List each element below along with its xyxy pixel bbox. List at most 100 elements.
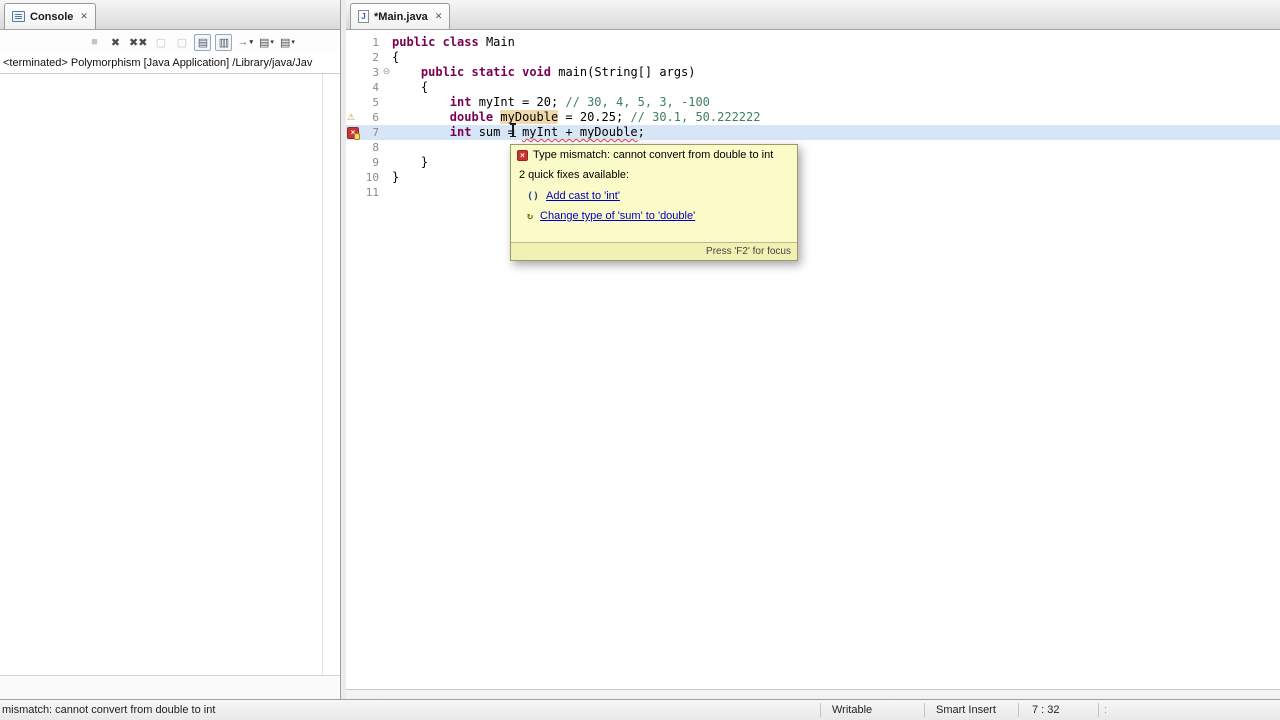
- status-separator: [1018, 703, 1019, 717]
- quickfix-footer: Press 'F2' for focus: [511, 242, 797, 260]
- console-output-area[interactable]: [0, 74, 340, 675]
- fold-column: [381, 50, 392, 65]
- fold-column: [381, 35, 392, 50]
- quickfix-item[interactable]: () Add cast to 'int': [527, 190, 789, 202]
- code-line-1[interactable]: 1 public class Main: [346, 35, 1280, 50]
- code-line-2[interactable]: 2{: [346, 50, 1280, 65]
- console-vertical-scrollbar[interactable]: [322, 74, 323, 675]
- line-number: 7: [372, 126, 379, 139]
- marker-column: [346, 35, 359, 50]
- code-line-11[interactable]: 11: [346, 185, 1280, 200]
- status-insert-mode: Smart Insert: [936, 704, 996, 716]
- dropdown-caret-icon: ▾: [270, 39, 274, 46]
- close-icon[interactable]: ✕: [80, 11, 88, 22]
- fold-collapse-icon[interactable]: ⊖: [381, 65, 392, 80]
- code-text[interactable]: public class Main: [392, 35, 1280, 50]
- line-number: 5: [372, 96, 379, 109]
- editor-tab-label: *Main.java: [374, 10, 428, 23]
- quickfix-title: Type mismatch: cannot convert from doubl…: [533, 149, 774, 161]
- clear-console-icon[interactable]: ▢: [152, 34, 169, 51]
- terminate-icon[interactable]: ■: [86, 34, 103, 51]
- display-selected-console-icon[interactable]: ▤ ▾: [258, 34, 275, 51]
- view-menu-icon[interactable]: ▤ ▾: [279, 34, 296, 51]
- code-line-7[interactable]: 7 int sum = myInt + myDouble;: [346, 125, 1280, 140]
- code-line-4[interactable]: 4 {: [346, 80, 1280, 95]
- status-message: mismatch: cannot convert from double to …: [2, 704, 216, 716]
- fold-column: [381, 185, 392, 200]
- status-bar: mismatch: cannot convert from double to …: [0, 699, 1280, 720]
- error-marker-icon[interactable]: [346, 125, 360, 140]
- editor-horizontal-scrollbar[interactable]: [346, 689, 1280, 699]
- code-text[interactable]: public static void main(String[] args): [392, 65, 1280, 80]
- console-view: Console ✕ ■ ✖ ✖✖ ▢ ▢ ▤ ▥ → ▾ ▤ ▾ ▤ ▾ <terminated> Po…: [0, 0, 341, 699]
- marker-column: [346, 170, 359, 185]
- quickfix-body: 2 quick fixes available: () Add cast to '…: [511, 164, 797, 242]
- dropdown-caret-icon: ▾: [291, 39, 295, 46]
- warning-marker-icon[interactable]: [346, 110, 359, 126]
- code-line-5[interactable]: 5 int myInt = 20; // 30, 4, 5, 3, -100: [346, 95, 1280, 110]
- editor-tabbar: J *Main.java ✕: [346, 0, 1280, 30]
- marker-column: [346, 185, 359, 200]
- line-number: 6: [372, 111, 379, 124]
- code-text[interactable]: {: [392, 50, 1280, 65]
- line-number: 10: [365, 171, 379, 184]
- line-number: 11: [365, 186, 379, 199]
- quickfix-item[interactable]: ↻ Change type of 'sum' to 'double': [527, 210, 789, 222]
- quickfix-header: × Type mismatch: cannot convert from dou…: [511, 145, 797, 164]
- code-text[interactable]: int sum = myInt + myDouble;: [392, 125, 1280, 140]
- code-text[interactable]: double myDouble = 20.25; // 30.1, 50.222…: [392, 110, 1280, 125]
- code-line-8[interactable]: 8: [346, 140, 1280, 155]
- status-writable: Writable: [832, 704, 873, 716]
- status-separator: [1098, 703, 1099, 717]
- cast-quickfix-icon: (): [527, 190, 540, 202]
- code-text[interactable]: int myInt = 20; // 30, 4, 5, 3, -100: [392, 95, 1280, 110]
- marker-column: [346, 95, 359, 110]
- code-line-10[interactable]: 10}: [346, 170, 1280, 185]
- pin-console-icon[interactable]: ▥: [215, 33, 233, 51]
- line-number: 2: [372, 51, 379, 64]
- console-horizontal-scrollbar[interactable]: [0, 675, 340, 699]
- console-icon: [12, 11, 25, 22]
- open-console-icon[interactable]: → ▾: [236, 34, 254, 51]
- show-console-on-output-icon[interactable]: ▤: [194, 33, 212, 51]
- scroll-lock-icon[interactable]: ▢: [173, 34, 190, 51]
- error-icon: ×: [517, 149, 528, 161]
- fold-column: [381, 140, 392, 155]
- status-handle: :: [1104, 704, 1109, 716]
- change-type-quickfix-icon: ↻: [527, 210, 534, 222]
- quickfix-link[interactable]: Change type of 'sum' to 'double': [540, 210, 695, 222]
- java-file-icon: J: [358, 10, 369, 23]
- code-editor[interactable]: 1 public class Main 2{3 ⊖ public static voi…: [346, 30, 1280, 689]
- status-separator: [820, 703, 821, 717]
- editor-area: J *Main.java ✕ 1 public class Main 2{3 ⊖ pu…: [346, 0, 1280, 699]
- code-text[interactable]: {: [392, 80, 1280, 95]
- code-line-6[interactable]: 6 double myDouble = 20.25; // 30.1, 50.2…: [346, 110, 1280, 126]
- fold-column: [381, 95, 392, 110]
- eclipse-window: Console ✕ ■ ✖ ✖✖ ▢ ▢ ▤ ▥ → ▾ ▤ ▾ ▤ ▾ <terminated> Po…: [0, 0, 1280, 720]
- remove-launch-icon[interactable]: ✖: [107, 34, 124, 51]
- marker-column: [346, 140, 359, 155]
- code-line-3[interactable]: 3 ⊖ public static void main(String[] args…: [346, 65, 1280, 80]
- tab-console[interactable]: Console ✕: [4, 3, 96, 29]
- fold-column: [381, 155, 392, 170]
- mouse-cursor: [508, 123, 517, 137]
- quickfix-link[interactable]: Add cast to 'int': [546, 190, 620, 202]
- marker-column: [346, 50, 359, 65]
- console-tab-label: Console: [30, 10, 74, 23]
- quickfix-subtitle: 2 quick fixes available:: [519, 169, 630, 181]
- remove-all-terminated-icon[interactable]: ✖✖: [128, 34, 148, 51]
- close-icon[interactable]: ✕: [435, 11, 443, 22]
- console-toolbar: ■ ✖ ✖✖ ▢ ▢ ▤ ▥ → ▾ ▤ ▾ ▤ ▾: [0, 30, 340, 54]
- tab-main-java[interactable]: J *Main.java ✕: [350, 3, 451, 29]
- code-line-9[interactable]: 9 }: [346, 155, 1280, 170]
- console-status-line: <terminated> Polymorphism [Java Applicat…: [0, 54, 340, 74]
- fold-column: [381, 170, 392, 185]
- quickfix-popup: × Type mismatch: cannot convert from dou…: [510, 144, 798, 261]
- line-number: 9: [372, 156, 379, 169]
- fold-column: [381, 80, 392, 95]
- line-number: 3: [372, 66, 379, 79]
- line-number: 4: [372, 81, 379, 94]
- line-number: 8: [372, 141, 379, 154]
- console-tabbar: Console ✕: [0, 0, 340, 30]
- fold-column: [381, 125, 392, 140]
